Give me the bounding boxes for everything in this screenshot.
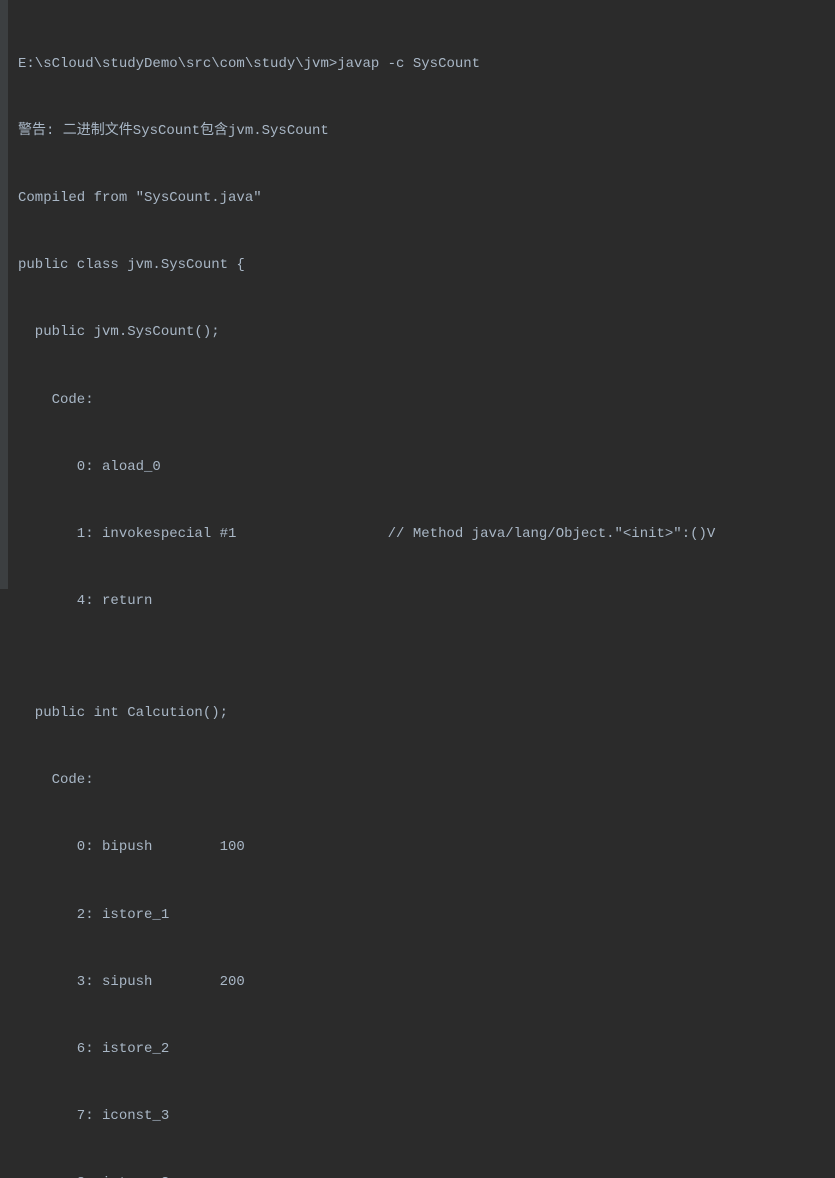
- terminal-line: Code:: [18, 389, 825, 411]
- terminal-line: E:\sCloud\studyDemo\src\com\study\jvm>ja…: [18, 53, 825, 75]
- terminal-line: 8: istore_3: [18, 1172, 825, 1178]
- terminal-line: 警告: 二进制文件SysCount包含jvm.SysCount: [18, 120, 825, 142]
- terminal-line: Compiled from "SysCount.java": [18, 187, 825, 209]
- terminal-line: 2: istore_1: [18, 904, 825, 926]
- terminal-line: public jvm.SysCount();: [18, 321, 825, 343]
- terminal-line: 1: invokespecial #1 // Method java/lang/…: [18, 523, 825, 545]
- terminal-line: 0: aload_0: [18, 456, 825, 478]
- terminal-line: public class jvm.SysCount {: [18, 254, 825, 276]
- terminal-line: public int Calcution();: [18, 702, 825, 724]
- terminal-output: E:\sCloud\studyDemo\src\com\study\jvm>ja…: [8, 0, 835, 1178]
- terminal-line: 0: bipush 100: [18, 836, 825, 858]
- terminal-line: 4: return: [18, 590, 825, 612]
- terminal-line: 7: iconst_3: [18, 1105, 825, 1127]
- sidebar-gutter: [0, 0, 8, 589]
- terminal-line: 6: istore_2: [18, 1038, 825, 1060]
- terminal-line: 3: sipush 200: [18, 971, 825, 993]
- terminal-line: Code:: [18, 769, 825, 791]
